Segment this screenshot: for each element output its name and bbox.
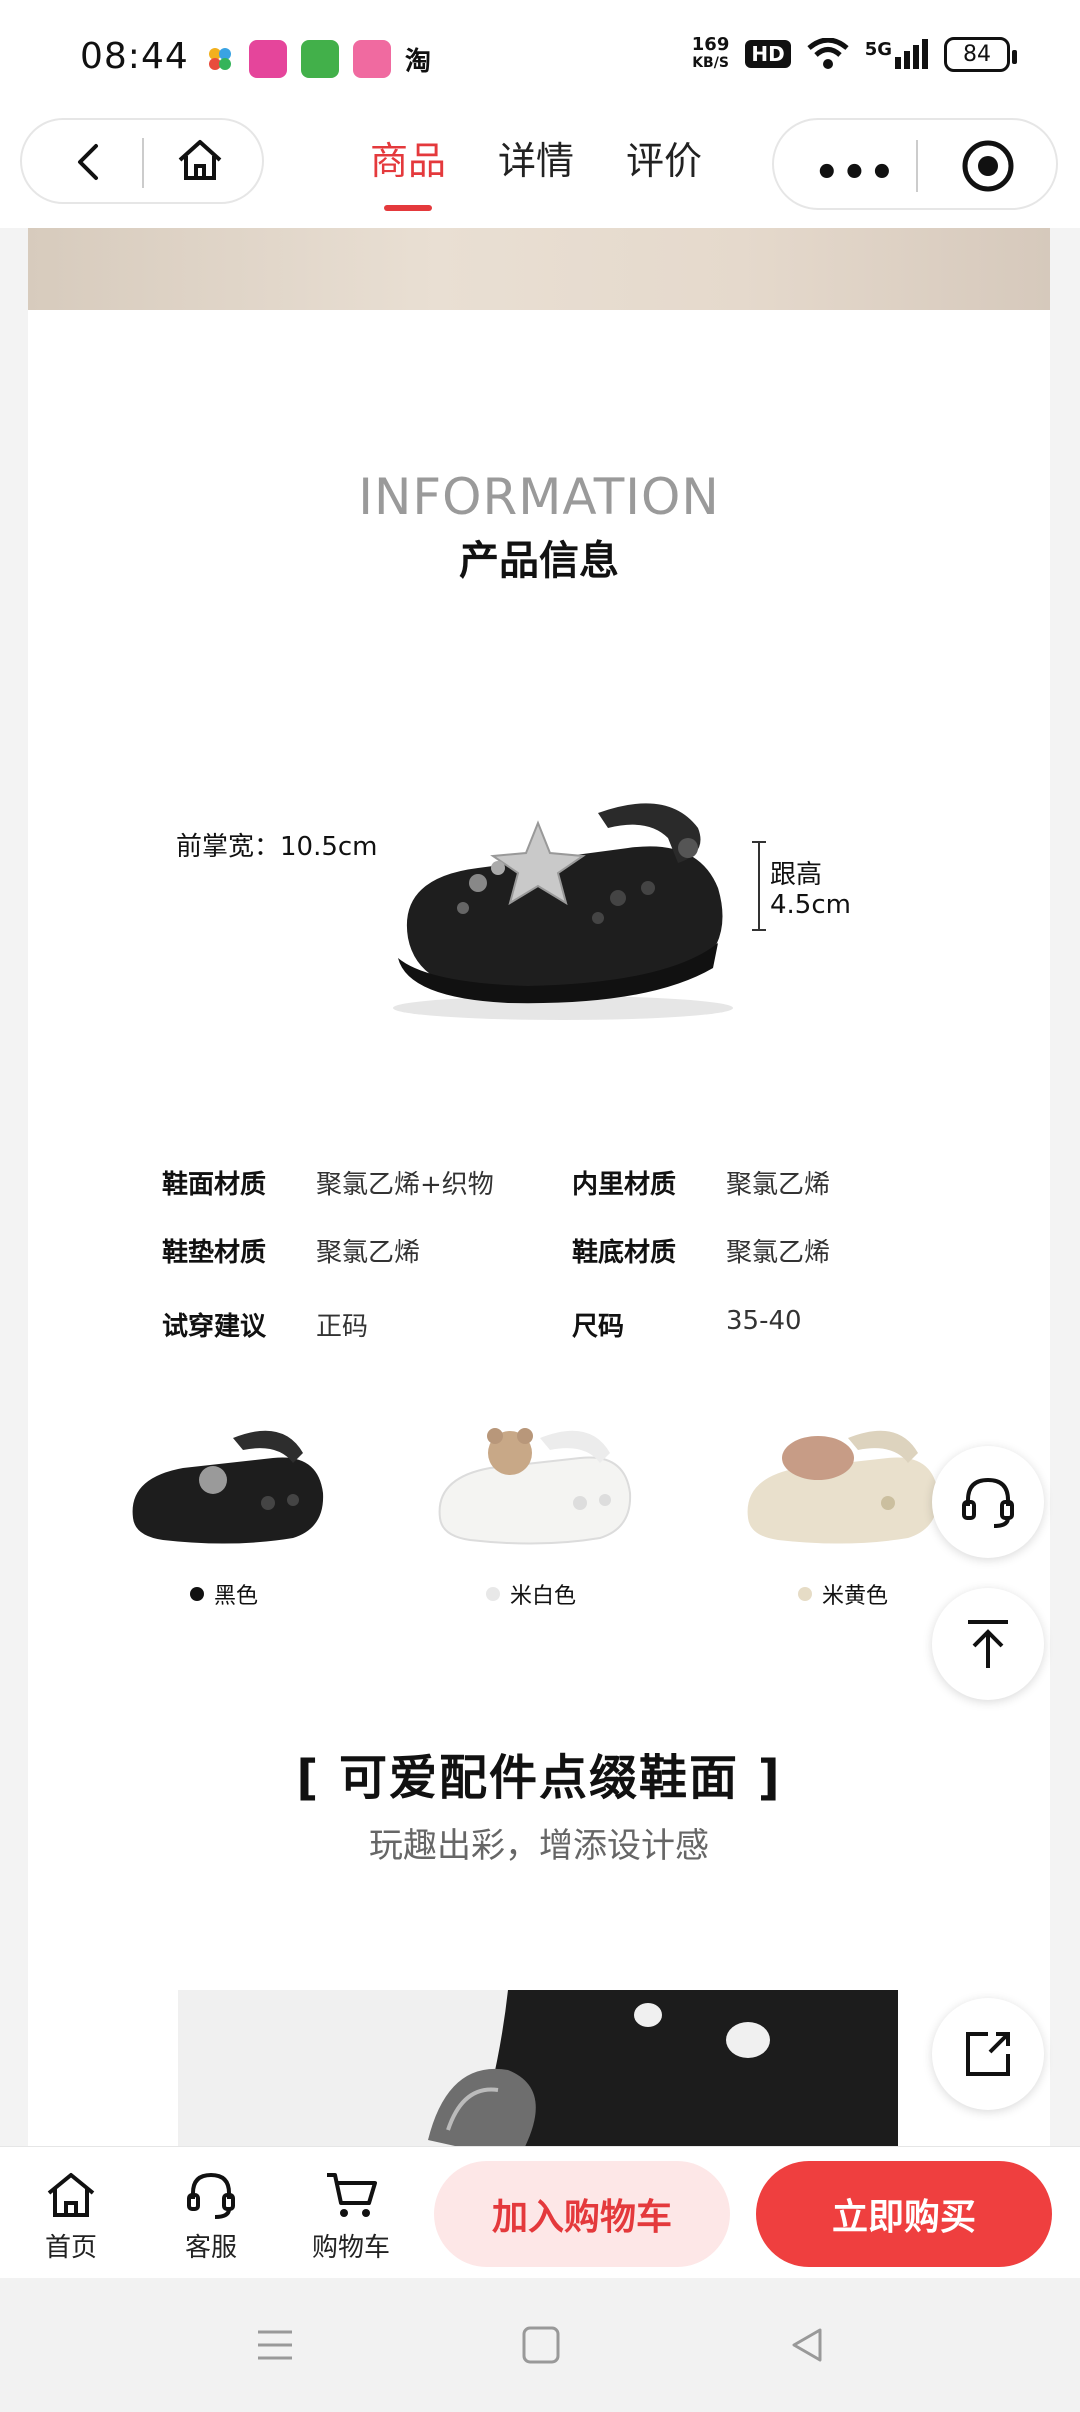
spec-value: 聚氯乙烯 xyxy=(726,1170,831,1200)
notification-icons: 淘 xyxy=(205,40,431,78)
recent-apps-icon[interactable] xyxy=(252,2322,298,2368)
nav-capsule-left xyxy=(20,118,264,204)
variant-white[interactable]: 米白色 xyxy=(486,1578,576,1610)
forefoot-width-label: 前掌宽：10.5cm xyxy=(176,832,378,862)
more-options-icon[interactable]: ••• xyxy=(814,150,897,196)
wifi-icon xyxy=(807,38,849,69)
variant-white-image xyxy=(438,1428,632,1545)
spec-value: 正码 xyxy=(316,1312,369,1342)
bottom-home-label: 首页 xyxy=(44,2233,97,2263)
bottom-service-button[interactable]: 客服 xyxy=(156,2169,266,2264)
status-time: 08:44 xyxy=(80,36,189,77)
customer-service-fab[interactable] xyxy=(932,1446,1044,1558)
heel-height-title: 跟高 xyxy=(770,860,823,890)
share-icon xyxy=(966,2032,1010,2076)
tab-reviews[interactable]: 评价 xyxy=(626,130,702,219)
battery-indicator: 84 xyxy=(944,36,1017,72)
spec-key: 尺码 xyxy=(572,1312,625,1342)
add-to-cart-button[interactable]: 加入购物车 xyxy=(434,2161,730,2267)
info-title-en: INFORMATION xyxy=(358,468,720,526)
headset-icon xyxy=(962,1477,1014,1528)
feature-subtitle: 玩趣出彩，增添设计感 xyxy=(369,1826,709,1866)
heel-height-value: 4.5cm xyxy=(770,890,851,920)
net-speed-value: 169 xyxy=(691,34,730,55)
network-type: 5G xyxy=(864,39,892,60)
color-dot xyxy=(798,1587,812,1601)
tab-details[interactable]: 详情 xyxy=(498,130,574,219)
spec-value: 聚氯乙烯 xyxy=(726,1238,831,1268)
spec-key: 鞋面材质 xyxy=(162,1170,267,1200)
back-to-top-fab[interactable] xyxy=(932,1588,1044,1700)
heel-height-label: 跟高 4.5cm xyxy=(770,860,851,920)
heel-height-marker xyxy=(752,841,766,931)
color-dot xyxy=(190,1587,204,1601)
status-indicators: 169 KB/S HD 5G 84 xyxy=(692,36,1017,72)
spec-value: 聚氯乙烯+织物 xyxy=(316,1170,494,1200)
pink-app-icon xyxy=(249,40,287,78)
tab-product[interactable]: 商品 xyxy=(370,130,446,219)
spec-key: 鞋底材质 xyxy=(572,1238,677,1268)
arrow-up-icon xyxy=(968,1620,1008,1668)
spec-value: 35-40 xyxy=(726,1306,802,1336)
bottom-cart-label: 购物车 xyxy=(311,2233,390,2263)
spec-value: 聚氯乙烯 xyxy=(316,1238,421,1268)
info-title-cn: 产品信息 xyxy=(459,538,619,584)
variant-label: 米白色 xyxy=(510,1584,577,1609)
variant-label: 米黄色 xyxy=(822,1584,889,1609)
bottom-service-label: 客服 xyxy=(184,2233,237,2263)
spec-key: 鞋垫材质 xyxy=(162,1238,267,1268)
share-fab[interactable] xyxy=(932,1998,1044,2110)
capsule-divider-right xyxy=(916,140,918,192)
color-dot xyxy=(486,1587,500,1601)
net-speed: 169 KB/S xyxy=(692,36,730,72)
bottom-cart-button[interactable]: 购物车 xyxy=(296,2169,406,2264)
capsule-divider xyxy=(142,138,144,188)
taobao-app-icon: 淘 xyxy=(405,46,432,77)
back-icon[interactable] xyxy=(62,134,118,190)
spec-key: 内里材质 xyxy=(572,1170,677,1200)
variant-label: 黑色 xyxy=(214,1584,259,1609)
home-icon xyxy=(47,2173,95,2217)
top-nav-bar: 商品 详情 评价 ••• xyxy=(0,110,1080,228)
feature-title: [ 可爱配件点缀鞋面 ] xyxy=(296,1750,782,1806)
home-icon[interactable] xyxy=(172,132,228,188)
back-triangle-icon[interactable] xyxy=(784,2322,830,2368)
status-bar: 08:44 淘 169 KB/S HD 5G 84 xyxy=(0,0,1080,110)
variant-beige[interactable]: 米黄色 xyxy=(798,1578,888,1610)
variant-beige-image xyxy=(747,1430,939,1544)
previous-image-strip xyxy=(28,228,1050,310)
green-app-icon xyxy=(301,40,339,78)
bilibili-app-icon xyxy=(353,40,391,78)
variant-black-image xyxy=(132,1430,324,1544)
product-tabs: 商品 详情 评价 xyxy=(370,130,702,219)
bottom-action-bar: 首页 客服 购物车 加入购物车 立即购买 xyxy=(0,2146,1080,2279)
variant-black[interactable]: 黑色 xyxy=(190,1578,258,1610)
system-navigation-bar xyxy=(0,2278,1080,2412)
spec-key: 试穿建议 xyxy=(162,1312,267,1342)
net-speed-unit: KB/S xyxy=(692,55,729,71)
mini-program-capsule: ••• xyxy=(772,118,1058,210)
product-detail-content: INFORMATION 产品信息 前掌宽：10.5cm 跟高 4.5cm 鞋面材… xyxy=(28,228,1050,2146)
cellular-signal-icon: 5G xyxy=(865,39,928,69)
cart-icon xyxy=(327,2173,377,2217)
black-clog-image xyxy=(393,803,733,1020)
headset-icon xyxy=(187,2172,235,2219)
close-miniprogram-icon[interactable] xyxy=(960,138,1016,194)
buy-now-button[interactable]: 立即购买 xyxy=(756,2161,1052,2267)
pinwheel-app-icon xyxy=(209,48,231,70)
accessory-closeup-image xyxy=(178,1990,898,2146)
hd-badge: HD xyxy=(745,40,791,68)
bottom-home-button[interactable]: 首页 xyxy=(16,2169,126,2264)
accessory-closeup-graphic xyxy=(178,1990,898,2146)
home-square-icon[interactable] xyxy=(518,2322,564,2368)
